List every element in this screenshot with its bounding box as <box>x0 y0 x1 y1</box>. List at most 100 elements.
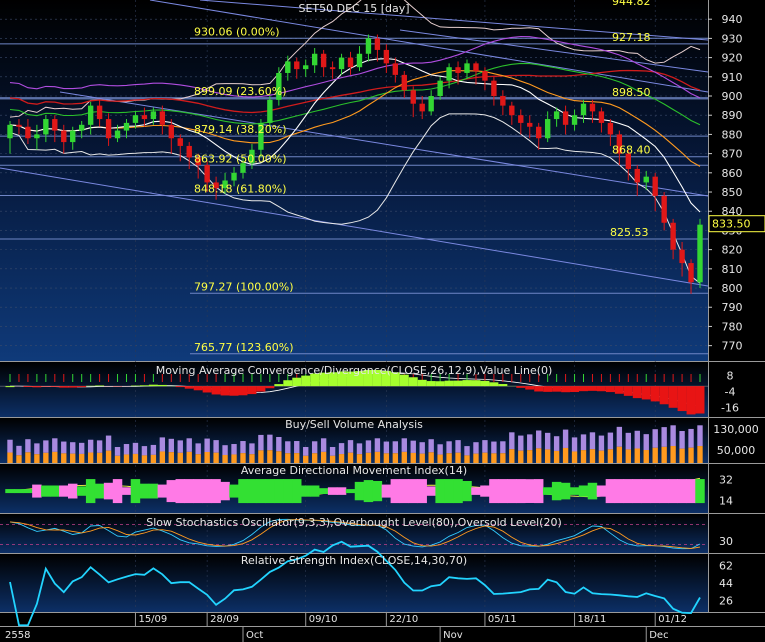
candle-body <box>356 53 363 68</box>
volume-sell-bar <box>392 441 399 454</box>
candle-body <box>25 126 31 139</box>
x-month-label: Dec <box>649 630 668 641</box>
volume-buy-bar <box>571 451 578 463</box>
macd-bar <box>220 386 230 396</box>
fib-level-label: 765.77 (123.60%) <box>194 341 294 354</box>
adx-band <box>551 481 562 501</box>
macd-bar <box>453 380 463 387</box>
fib-level-label: 797.27 (100.00%) <box>194 280 294 293</box>
candle-body <box>168 124 174 139</box>
candle-body <box>428 96 434 112</box>
adx-band <box>507 479 517 504</box>
volume-sell-bar <box>25 439 31 453</box>
macd-bar <box>650 386 660 402</box>
volume-sell-bar <box>544 432 551 450</box>
candle-body <box>571 115 578 125</box>
adx-band <box>480 485 490 497</box>
macd-bar <box>292 377 302 387</box>
volume-buy-bar <box>437 454 443 463</box>
volume-buy-bar <box>25 452 31 463</box>
adx-band <box>23 489 33 494</box>
macd-bar <box>587 386 597 391</box>
adx-band <box>677 479 687 504</box>
adx-band <box>641 479 651 504</box>
volume-sell-bar <box>410 440 416 453</box>
adx-band <box>85 479 96 504</box>
candle-body <box>455 67 461 73</box>
macd-bar <box>561 386 571 393</box>
macd-bar <box>32 386 42 388</box>
volume-sell-bar <box>294 441 300 454</box>
adx-band <box>345 489 356 494</box>
adx-band <box>533 479 544 504</box>
adx-band <box>103 482 114 500</box>
volume-buy-bar <box>213 452 219 463</box>
x-date-label: 05/11 <box>488 614 517 625</box>
stock-chart[interactable]: 9409309209109008908808708608508408308208… <box>0 0 765 642</box>
adx-band <box>184 479 194 504</box>
adx-band <box>94 483 105 499</box>
x-date-label: 15/09 <box>138 614 167 625</box>
volume-buy-bar <box>464 455 470 463</box>
macd-bar <box>695 386 705 414</box>
volume-buy-bar <box>132 453 139 463</box>
volume-sell-bar <box>428 439 434 453</box>
candle-body <box>634 168 640 183</box>
macd-bar <box>175 386 185 388</box>
volume-buy-bar <box>123 454 130 463</box>
candle-body <box>670 222 676 250</box>
adx-band <box>399 479 410 504</box>
candle-body <box>553 111 560 120</box>
candle-body <box>437 80 443 97</box>
volume-sell-bar <box>679 431 685 449</box>
adx-band <box>525 479 535 503</box>
x-month-label: Oct <box>246 630 263 641</box>
adx-band <box>247 479 257 504</box>
volume-sell-bar <box>7 439 13 453</box>
main-panel-bg <box>0 0 708 361</box>
adx-band <box>417 479 427 504</box>
volume-sell-bar <box>285 441 291 454</box>
price-tick-label: 890 <box>722 109 743 122</box>
rsi-tick-label: 62 <box>719 560 733 573</box>
volume-buy-bar <box>410 452 416 463</box>
adx-band <box>542 487 553 495</box>
volume-sell-bar <box>132 442 139 454</box>
rsi-tick-label: 26 <box>719 594 733 607</box>
adx-band <box>560 482 571 500</box>
candle-body <box>580 103 587 116</box>
price-tick-label: 880 <box>722 128 743 141</box>
volume-sell-bar <box>652 429 658 448</box>
candle-body <box>544 119 551 139</box>
fib-level-label: 848.18 (61.80%) <box>194 183 287 196</box>
adx-band <box>650 479 660 504</box>
candle-body <box>285 61 291 73</box>
macd-bar <box>579 386 588 392</box>
macd-bar <box>543 386 553 392</box>
volume-sell-bar <box>222 445 228 455</box>
price-tick-label: 940 <box>722 13 743 26</box>
volume-buy-bar <box>7 452 13 463</box>
adx-band <box>462 480 472 502</box>
adx-band <box>327 487 338 495</box>
volume-buy-bar <box>419 453 425 463</box>
volume-buy-bar <box>186 451 192 463</box>
adx-band <box>695 479 705 504</box>
candle-body <box>661 195 667 223</box>
last-price-tag: 833.50 <box>712 218 751 231</box>
candle-body <box>231 172 237 181</box>
volume-sell-bar <box>688 428 694 448</box>
volume-sell-bar <box>213 440 219 453</box>
volume-sell-bar <box>562 429 569 448</box>
adx-band <box>605 479 616 504</box>
volume-buy-bar <box>204 452 210 463</box>
adx-band <box>59 485 69 497</box>
adx-band <box>318 488 329 494</box>
stoch-tick-label: 30 <box>719 535 733 548</box>
volume-buy-bar <box>652 447 658 463</box>
adx-band <box>256 479 266 504</box>
price-tick-label: 860 <box>722 167 743 180</box>
fib-level-label: 930.06 (0.00%) <box>194 25 280 38</box>
volume-sell-bar <box>303 447 309 456</box>
volume-buy-bar <box>267 450 273 463</box>
